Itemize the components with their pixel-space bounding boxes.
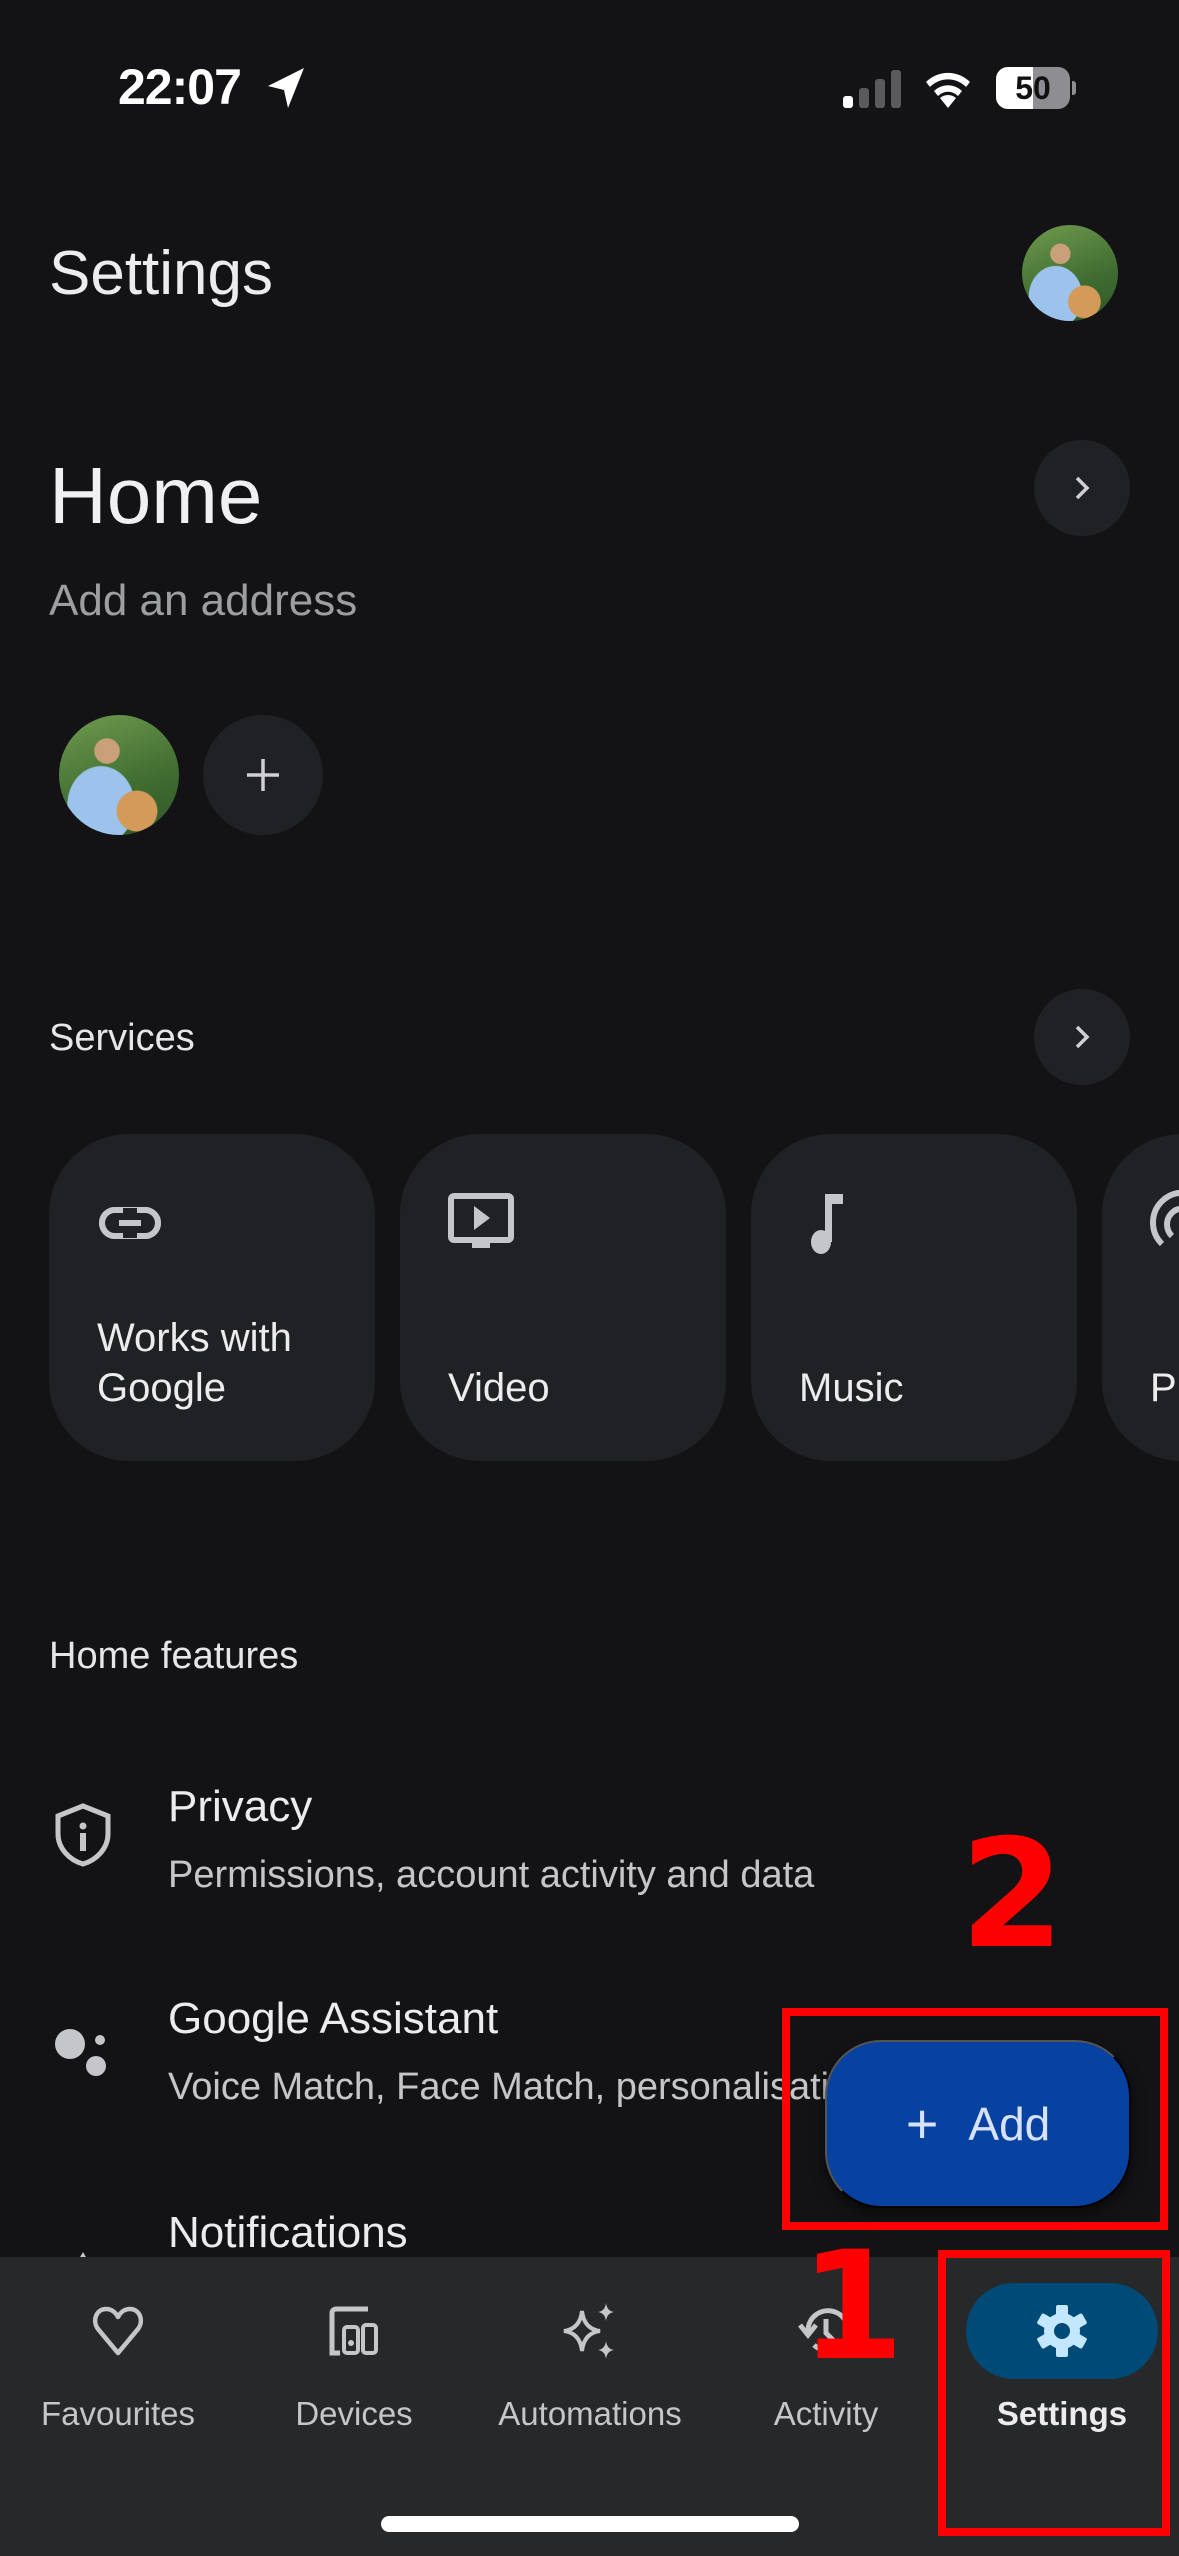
home-indicator[interactable] — [381, 2516, 799, 2532]
status-bar: 22:07 50 — [0, 0, 1179, 170]
feature-title: Notifications — [168, 2208, 408, 2257]
home-details-button[interactable] — [1034, 440, 1130, 536]
google-assistant-icon — [55, 2029, 106, 2076]
service-card-video[interactable]: Video — [400, 1134, 726, 1461]
sparkle-icon — [563, 2303, 614, 2359]
service-card-label: Music — [799, 1366, 904, 1410]
wifi-icon — [926, 72, 970, 108]
battery-percent: 50 — [1015, 70, 1051, 106]
bottom-navigation: Favourites Devices Automations Activity … — [0, 2257, 1179, 2556]
gear-icon — [1037, 2305, 1087, 2357]
nav-item-devices[interactable]: Devices — [236, 2257, 472, 2457]
heart-icon — [93, 2306, 143, 2356]
add-fab-button[interactable]: + Add — [825, 2040, 1131, 2208]
feature-subtitle: Permissions, account activity and data — [168, 1854, 815, 1896]
status-time: 22:07 — [118, 59, 242, 115]
nav-label: Favourites — [40, 2395, 196, 2432]
location-arrow-icon — [268, 68, 304, 108]
page-title: Settings — [49, 239, 274, 308]
service-card-podcasts[interactable]: P — [1102, 1134, 1179, 1461]
nav-item-automations[interactable]: Automations — [472, 2257, 708, 2457]
add-member-button[interactable] — [203, 715, 323, 835]
feature-row-privacy[interactable]: Privacy Permissions, account activity an… — [0, 1760, 1179, 1940]
home-member-avatar[interactable] — [59, 715, 179, 835]
music-note-icon — [811, 1194, 843, 1254]
add-fab-label: Add — [968, 2098, 1051, 2150]
history-icon — [798, 2308, 851, 2354]
feature-title: Google Assistant — [168, 1994, 499, 2043]
nav-item-settings[interactable]: Settings — [944, 2257, 1179, 2457]
service-card-label: Video — [448, 1366, 550, 1410]
nav-label: Devices — [295, 2395, 413, 2432]
nav-label: Automations — [498, 2395, 682, 2432]
service-card-label: Works with Google — [97, 1316, 292, 1410]
plus-icon: + — [905, 2092, 939, 2155]
feature-subtitle: Voice Match, Face Match, personalisation — [168, 2066, 872, 2108]
podcast-icon — [1150, 1190, 1179, 1247]
services-section-title: Services — [49, 1017, 195, 1059]
profile-avatar[interactable] — [1022, 225, 1118, 321]
service-card-music[interactable]: Music — [751, 1134, 1077, 1461]
feature-title: Privacy — [168, 1782, 313, 1831]
service-card-label: P — [1150, 1366, 1177, 1410]
chevron-right-icon — [1075, 1025, 1090, 1049]
home-features-section-title: Home features — [49, 1635, 299, 1677]
nav-label: Activity — [773, 2395, 879, 2432]
video-icon — [448, 1193, 514, 1248]
nav-item-activity[interactable]: Activity — [708, 2257, 944, 2457]
chevron-right-icon — [1075, 476, 1090, 500]
devices-icon — [329, 2306, 378, 2356]
services-more-button[interactable] — [1034, 989, 1130, 1085]
cellular-signal-icon — [843, 70, 901, 108]
shield-info-icon — [55, 1803, 111, 1867]
battery-indicator: 50 — [996, 67, 1076, 109]
link-icon — [99, 1207, 161, 1239]
plus-icon — [247, 759, 279, 791]
nav-item-favourites[interactable]: Favourites — [0, 2257, 236, 2457]
home-title[interactable]: Home — [49, 450, 262, 542]
nav-label: Settings — [996, 2395, 1128, 2432]
service-card-works-with-google[interactable]: Works with Google — [49, 1134, 375, 1461]
add-address-link[interactable]: Add an address — [49, 576, 357, 626]
